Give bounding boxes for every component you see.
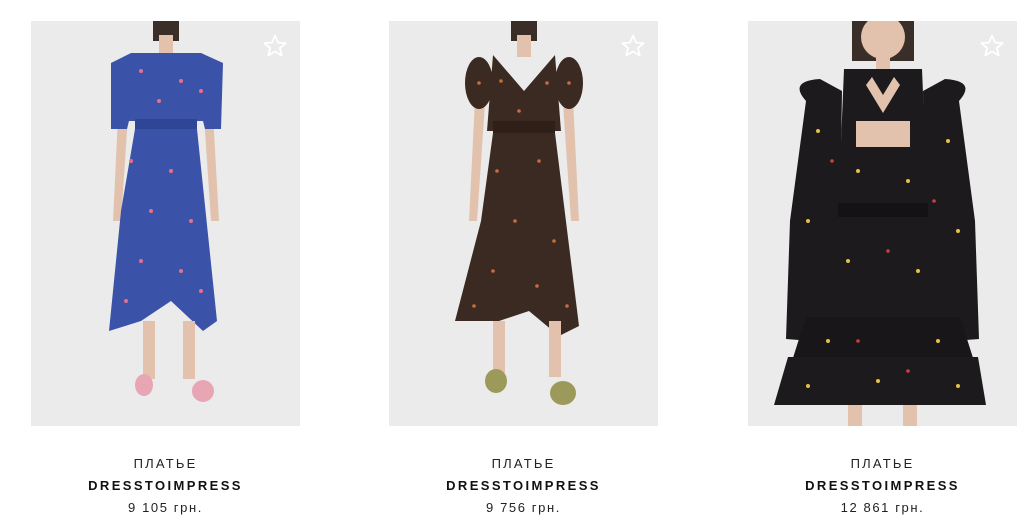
product-info: ПЛАТЬЕ DRESSTOIMPRESS 12 861 грн. bbox=[748, 455, 1017, 517]
product-image[interactable] bbox=[389, 21, 658, 426]
product-brand[interactable]: DRESSTOIMPRESS bbox=[389, 477, 658, 495]
product-card[interactable]: ПЛАТЬЕ DRESSTOIMPRESS 12 861 грн. bbox=[748, 21, 1017, 517]
product-grid: ПЛАТЬЕ DRESSTOIMPRESS 9 105 грн. ПЛАТЬЕ … bbox=[0, 0, 1033, 527]
product-price: 12 861 грн. bbox=[840, 500, 925, 515]
product-brand[interactable]: DRESSTOIMPRESS bbox=[748, 477, 1017, 495]
star-outline-icon[interactable] bbox=[620, 33, 646, 59]
product-type: ПЛАТЬЕ bbox=[491, 456, 556, 471]
product-price: 9 105 грн. bbox=[128, 500, 203, 515]
product-image[interactable] bbox=[31, 21, 300, 426]
product-brand[interactable]: DRESSTOIMPRESS bbox=[31, 477, 300, 495]
product-info: ПЛАТЬЕ DRESSTOIMPRESS 9 756 грн. bbox=[389, 455, 658, 517]
product-image[interactable] bbox=[748, 21, 1017, 426]
product-photo-black-dress bbox=[774, 21, 986, 426]
product-photo-brown-dress bbox=[455, 21, 583, 405]
product-price: 9 756 грн. bbox=[486, 500, 561, 515]
star-outline-icon[interactable] bbox=[262, 33, 288, 59]
product-photo-blue-dress bbox=[109, 21, 223, 402]
product-card[interactable]: ПЛАТЬЕ DRESSTOIMPRESS 9 756 грн. bbox=[389, 21, 658, 517]
product-type: ПЛАТЬЕ bbox=[850, 456, 915, 471]
star-outline-icon[interactable] bbox=[979, 33, 1005, 59]
product-info: ПЛАТЬЕ DRESSTOIMPRESS 9 105 грн. bbox=[31, 455, 300, 517]
product-card[interactable]: ПЛАТЬЕ DRESSTOIMPRESS 9 105 грн. bbox=[31, 21, 300, 517]
product-type: ПЛАТЬЕ bbox=[133, 456, 198, 471]
